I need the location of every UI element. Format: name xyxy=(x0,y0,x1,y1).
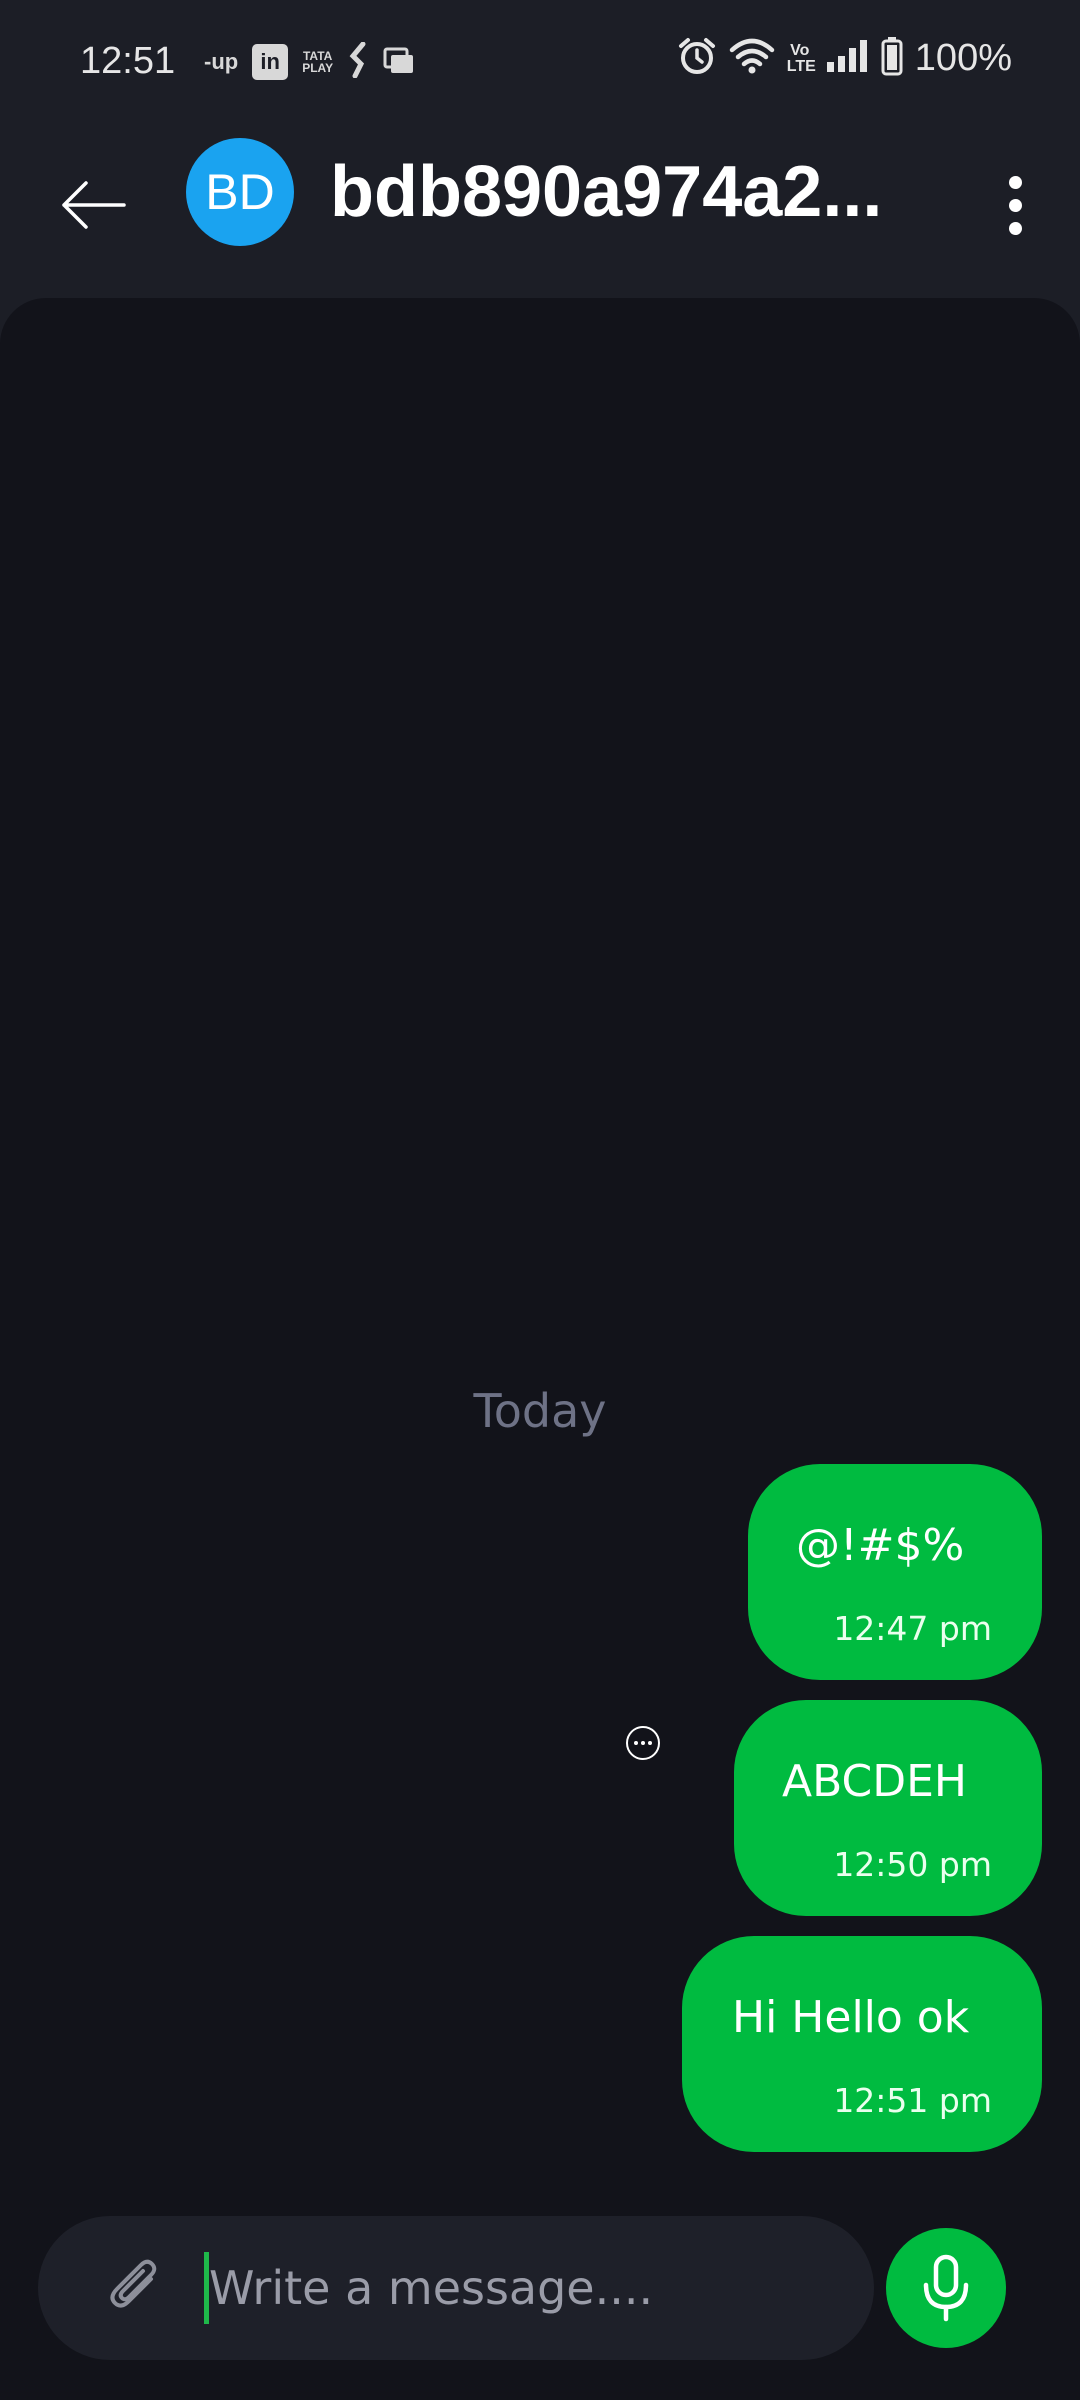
signal-icon xyxy=(825,38,869,79)
back-button[interactable] xyxy=(52,164,134,246)
more-vertical-icon xyxy=(1008,175,1022,189)
wifi-icon xyxy=(729,36,775,81)
message-text: @!#$% xyxy=(796,1520,965,1571)
message-time: 12:50 pm xyxy=(833,1845,992,1884)
more-horizontal-icon xyxy=(634,1741,638,1745)
microphone-icon xyxy=(923,2254,969,2322)
chat-header: BD bdb890a974a2... xyxy=(0,124,1080,300)
notification-icons: -up in TATA PLAY xyxy=(204,41,415,82)
message-bubble[interactable]: ABCDEH 12:50 pm xyxy=(734,1700,1042,1916)
message-input[interactable] xyxy=(204,2252,824,2324)
status-bar: 12:51 -up in TATA PLAY Vo LTE 100% xyxy=(0,0,1080,124)
linkedin-icon: in xyxy=(252,44,289,80)
message-text: ABCDEH xyxy=(782,1756,968,1807)
status-right-icons: Vo LTE 100% xyxy=(677,36,1012,81)
alarm-icon xyxy=(677,36,717,81)
message-bubble[interactable]: Hi Hello ok 12:51 pm xyxy=(682,1936,1042,2152)
arrow-left-icon xyxy=(62,181,126,229)
message-bubble[interactable]: @!#$% 12:47 pm xyxy=(748,1464,1042,1680)
message-time: 12:47 pm xyxy=(833,1609,992,1648)
battery-icon xyxy=(881,36,903,81)
up-app-icon: -up xyxy=(204,49,239,74)
kotak-icon xyxy=(347,41,369,82)
date-separator: Today xyxy=(473,1384,607,1438)
voice-record-button[interactable] xyxy=(886,2228,1006,2348)
message-options-button[interactable] xyxy=(626,1726,660,1760)
volte-icon: Vo LTE xyxy=(786,41,816,75)
message-composer xyxy=(38,2216,874,2360)
attach-button[interactable] xyxy=(102,2254,168,2320)
message-text: Hi Hello ok xyxy=(732,1992,970,2043)
more-options-button[interactable] xyxy=(990,160,1040,250)
tata-play-icon: TATA PLAY xyxy=(302,49,334,75)
chat-title[interactable]: bdb890a974a2... xyxy=(330,144,930,240)
message-time: 12:51 pm xyxy=(833,2081,992,2120)
gallery-icon xyxy=(383,45,415,79)
battery-percentage: 100% xyxy=(914,37,1012,79)
paperclip-icon xyxy=(110,2259,157,2308)
status-time: 12:51 xyxy=(80,40,176,82)
avatar[interactable]: BD xyxy=(186,138,294,246)
